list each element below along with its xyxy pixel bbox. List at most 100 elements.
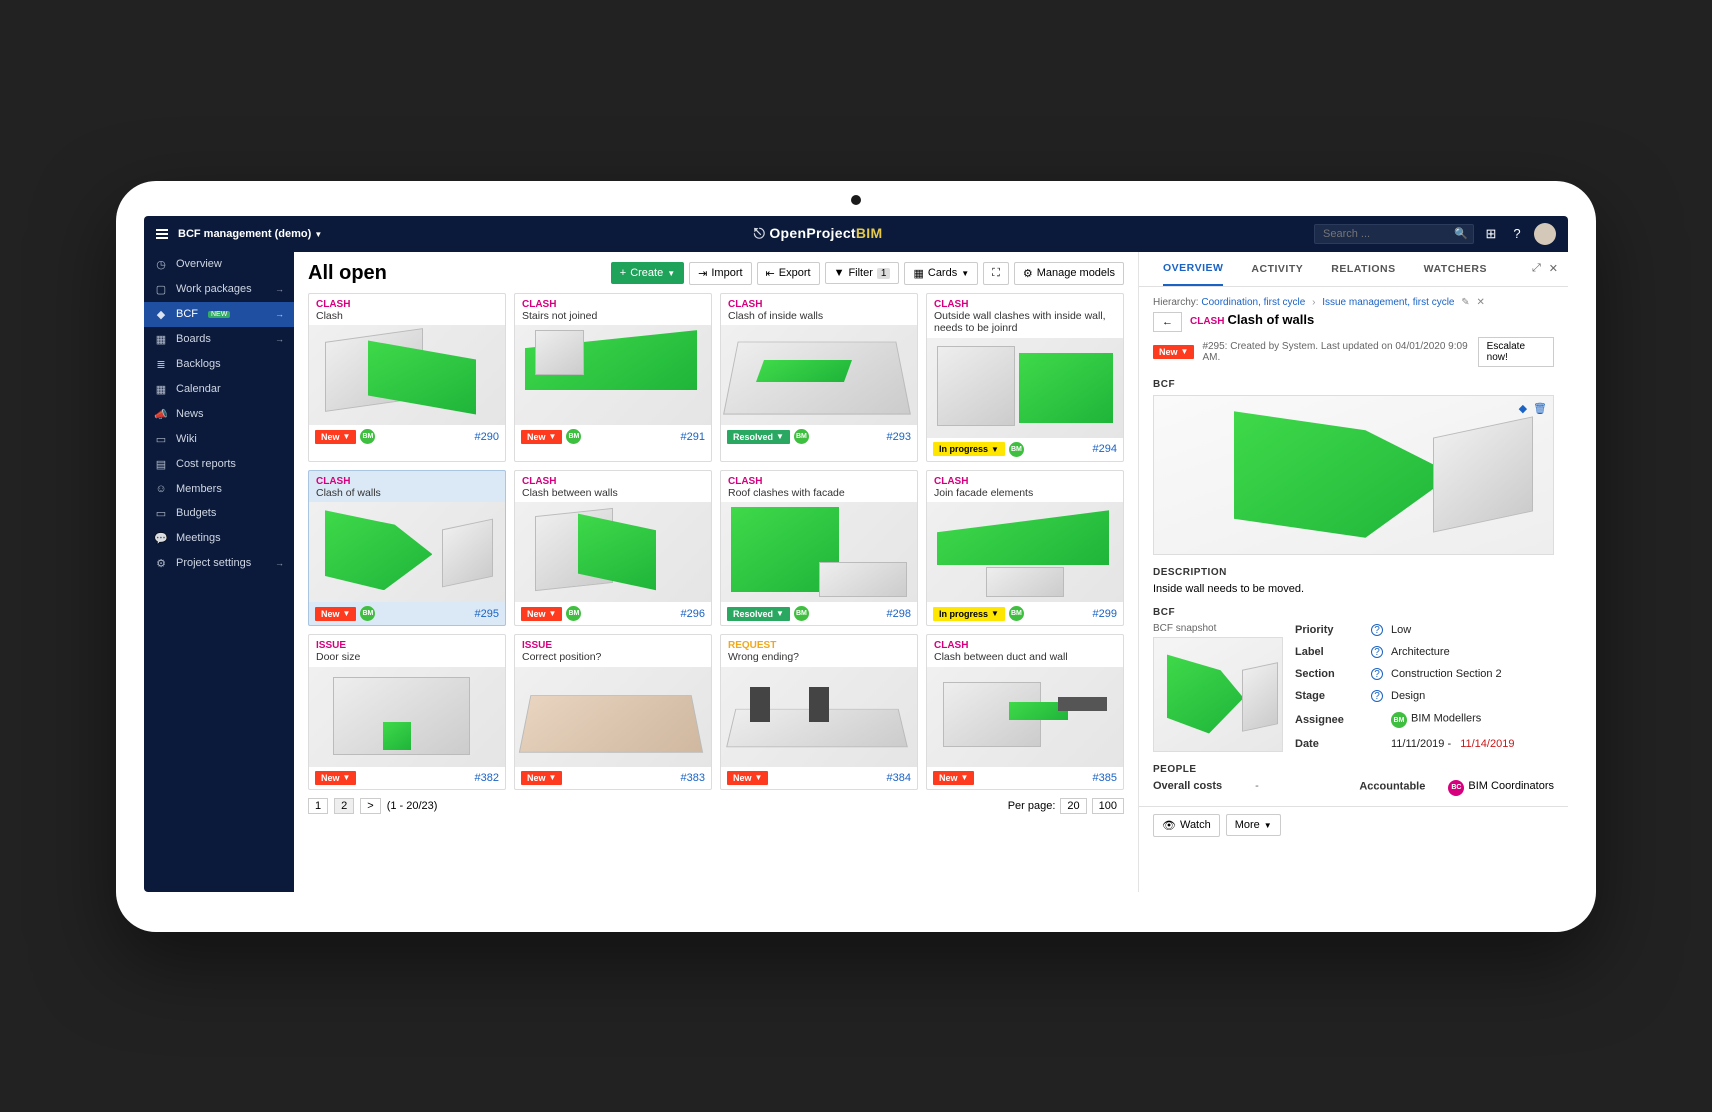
card-id[interactable]: #382 [475, 772, 499, 784]
sidebar-item-label: Wiki [176, 433, 197, 445]
card-id[interactable]: #290 [475, 431, 499, 443]
card-id[interactable]: #385 [1093, 772, 1117, 784]
card-thumbnail [721, 502, 917, 602]
card-id[interactable]: #384 [887, 772, 911, 784]
sidebar-item-work-packages[interactable]: ▢Work packages→ [144, 277, 294, 302]
work-card[interactable]: CLASHStairs not joinedNew ▼BM#291 [514, 293, 712, 462]
sidebar-item-cost-reports[interactable]: ▤Cost reports [144, 452, 294, 477]
work-card[interactable]: CLASHClash of wallsNew ▼BM#295 [308, 470, 506, 627]
card-thumbnail [309, 325, 505, 425]
back-button[interactable]: ← [1153, 312, 1182, 332]
status-badge[interactable]: Resolved ▼ [727, 430, 790, 444]
status-badge[interactable]: New ▼ [933, 771, 974, 785]
work-card[interactable]: CLASHClash between duct and wallNew ▼#38… [926, 634, 1124, 790]
sidebar-item-project-settings[interactable]: ⚙Project settings→ [144, 551, 294, 576]
help-icon[interactable]: ? [1508, 225, 1526, 243]
status-badge[interactable]: New ▼ [727, 771, 768, 785]
create-button[interactable]: + Create ▼ [611, 262, 684, 284]
card-id[interactable]: #291 [681, 431, 705, 443]
page-2[interactable]: 2 [334, 798, 354, 814]
sidebar-item-label: Budgets [176, 507, 216, 519]
tab-activity[interactable]: ACTIVITY [1251, 253, 1303, 285]
work-card[interactable]: ISSUEDoor sizeNew ▼#382 [308, 634, 506, 790]
bc-link-2[interactable]: Issue management, first cycle [1322, 297, 1454, 308]
apps-icon[interactable]: ⊞ [1482, 225, 1500, 243]
card-id[interactable]: #298 [887, 608, 911, 620]
filter-button[interactable]: ▼ Filter 1 [825, 262, 900, 284]
work-card[interactable]: CLASHClashNew ▼BM#290 [308, 293, 506, 462]
search-icon[interactable]: 🔍 [1454, 227, 1468, 240]
card-id[interactable]: #294 [1093, 443, 1117, 455]
work-card[interactable]: CLASHClash of inside wallsResolved ▼BM#2… [720, 293, 918, 462]
bcf-snapshot[interactable] [1153, 637, 1283, 752]
status-badge[interactable]: New ▼ [315, 430, 356, 444]
card-type-label: CLASH [728, 299, 910, 310]
info-icon[interactable]: ? [1371, 668, 1383, 680]
work-card[interactable]: REQUESTWrong ending?New ▼#384 [720, 634, 918, 790]
export-button[interactable]: ⇤ Export [757, 262, 820, 285]
cube-icon[interactable]: ◆ [1519, 402, 1527, 415]
info-icon[interactable]: ? [1371, 690, 1383, 702]
tab-overview[interactable]: OVERVIEW [1163, 252, 1223, 286]
status-badge[interactable]: In progress ▼ [933, 442, 1005, 456]
project-selector[interactable]: BCF management (demo) ▼ [178, 228, 322, 240]
sidebar-item-overview[interactable]: ◷Overview [144, 252, 294, 277]
page-1[interactable]: 1 [308, 798, 328, 814]
bcf-viewer[interactable]: ◆ 🗑 [1153, 395, 1554, 555]
status-badge[interactable]: In progress ▼ [933, 607, 1005, 621]
card-id[interactable]: #383 [681, 772, 705, 784]
sidebar-item-meetings[interactable]: 💬Meetings [144, 526, 294, 551]
status-badge[interactable]: New ▼ [315, 607, 356, 621]
work-card[interactable]: CLASHJoin facade elementsIn progress ▼BM… [926, 470, 1124, 627]
view-cards-button[interactable]: ▦ Cards ▼ [904, 262, 978, 285]
work-card[interactable]: ISSUECorrect position?New ▼#383 [514, 634, 712, 790]
page-next[interactable]: > [360, 798, 380, 814]
sidebar-item-backlogs[interactable]: ≣Backlogs [144, 352, 294, 377]
card-thumbnail [515, 667, 711, 767]
user-avatar[interactable] [1534, 223, 1556, 245]
work-card[interactable]: CLASHClash between wallsNew ▼BM#296 [514, 470, 712, 627]
card-id[interactable]: #296 [681, 608, 705, 620]
trash-icon[interactable]: 🗑 [1533, 402, 1547, 415]
work-card[interactable]: CLASHRoof clashes with facadeResolved ▼B… [720, 470, 918, 627]
search-input[interactable] [1314, 224, 1474, 244]
sidebar-item-boards[interactable]: ▦Boards→ [144, 327, 294, 352]
card-id[interactable]: #293 [887, 431, 911, 443]
card-id[interactable]: #299 [1093, 608, 1117, 620]
info-icon[interactable]: ? [1371, 646, 1383, 658]
detail-status[interactable]: New ▼ [1153, 345, 1194, 359]
tab-relations[interactable]: RELATIONS [1331, 253, 1395, 285]
sidebar-item-calendar[interactable]: ▦Calendar [144, 377, 294, 402]
more-button[interactable]: More ▼ [1226, 814, 1281, 836]
sidebar-icon: ▭ [154, 507, 168, 520]
bc-link-1[interactable]: Coordination, first cycle [1201, 297, 1305, 308]
status-badge[interactable]: New ▼ [521, 607, 562, 621]
per-page-100[interactable]: 100 [1092, 798, 1124, 814]
edit-icon[interactable]: ✎ [1461, 297, 1469, 308]
watch-button[interactable]: 👁 Watch [1153, 814, 1220, 837]
status-badge[interactable]: Resolved ▼ [727, 607, 790, 621]
status-badge[interactable]: New ▼ [521, 771, 562, 785]
work-card[interactable]: CLASHOutside wall clashes with inside wa… [926, 293, 1124, 462]
sidebar-icon: ◷ [154, 258, 168, 271]
status-badge[interactable]: New ▼ [521, 430, 562, 444]
tab-watchers[interactable]: WATCHERS [1424, 253, 1487, 285]
sidebar-item-budgets[interactable]: ▭ Budgets [144, 501, 294, 526]
bc-close-icon[interactable]: ✕ [1476, 297, 1484, 308]
per-page-20[interactable]: 20 [1060, 798, 1086, 814]
close-icon[interactable]: ✕ [1549, 262, 1558, 275]
escalate-button[interactable]: Escalate now! [1478, 337, 1554, 367]
sidebar-item-news[interactable]: 📣News [144, 402, 294, 427]
status-badge[interactable]: New ▼ [315, 771, 356, 785]
sidebar-item-members[interactable]: ☺Members [144, 477, 294, 501]
sidebar-item-bcf[interactable]: ◆BCFNEW→ [144, 302, 294, 327]
fullscreen-button[interactable]: ⛶ [983, 262, 1009, 285]
import-button[interactable]: ⇥ Import [689, 262, 751, 285]
expand-icon[interactable]: ⤢ [1532, 262, 1541, 275]
sidebar-item-wiki[interactable]: ▭Wiki [144, 427, 294, 452]
manage-models-button[interactable]: ⚙ Manage models [1014, 262, 1124, 285]
hamburger-icon[interactable] [156, 229, 168, 239]
card-id[interactable]: #295 [475, 608, 499, 620]
assignee-avatar: BM [360, 429, 375, 444]
info-icon[interactable]: ? [1371, 624, 1383, 636]
